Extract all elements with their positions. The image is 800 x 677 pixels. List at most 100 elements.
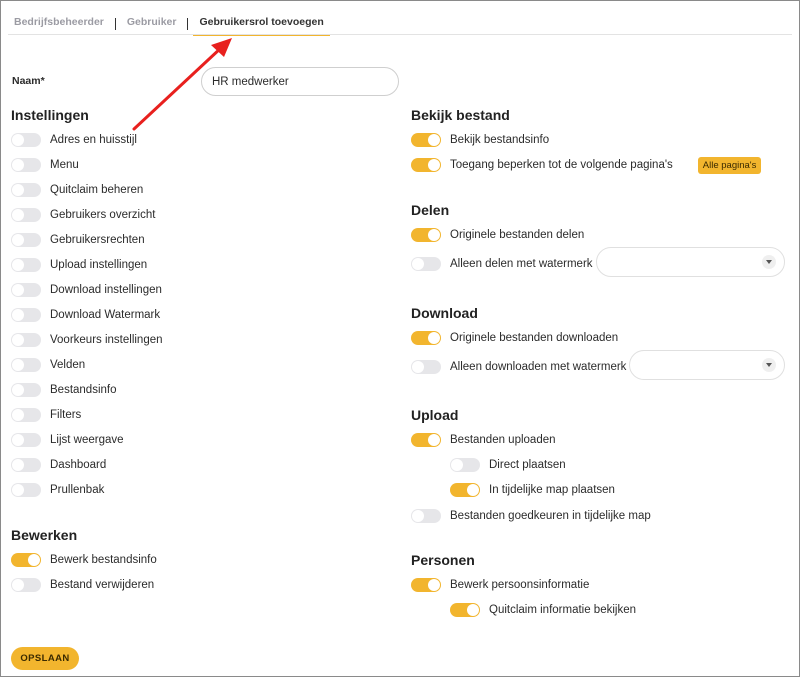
instellingen-row: Dashboard <box>11 457 106 473</box>
download-watermerk-select[interactable] <box>629 350 785 380</box>
section-title-instellingen: Instellingen <box>11 107 89 123</box>
toggle-switch[interactable] <box>11 133 41 147</box>
bewerk-persoonsinformatie-toggle[interactable] <box>411 578 441 592</box>
tab-gebruikersrol-toevoegen[interactable]: Gebruikersrol toevoegen <box>193 12 330 36</box>
toggle-switch[interactable] <box>11 258 41 272</box>
tab-underline <box>8 34 792 35</box>
toggle-switch[interactable] <box>11 458 41 472</box>
toggle-label: Bestanden goedkeuren in tijdelijke map <box>450 510 651 522</box>
toggle-switch[interactable] <box>11 358 41 372</box>
toggle-label: Quitclaim beheren <box>50 184 144 196</box>
section-title-delen: Delen <box>411 202 450 218</box>
toggle-label: Toegang beperken tot de volgende pagina'… <box>450 159 673 171</box>
toggle-label: Alleen delen met watermerk <box>450 258 593 270</box>
upload-row-tijdelijk: In tijdelijke map plaatsen <box>450 482 615 498</box>
toggle-label: Bekijk bestandsinfo <box>450 134 550 146</box>
toggle-switch[interactable] <box>11 333 41 347</box>
toggle-label: Upload instellingen <box>50 259 148 271</box>
toggle-switch[interactable] <box>11 408 41 422</box>
instellingen-row: Prullenbak <box>11 482 104 498</box>
direct-plaatsen-toggle[interactable] <box>450 458 480 472</box>
name-input[interactable] <box>201 67 399 96</box>
toggle-label: Download Watermark <box>50 309 161 321</box>
instellingen-row: Bestandsinfo <box>11 382 117 398</box>
chevron-down-icon <box>762 255 776 269</box>
delen-row-watermerk: Alleen delen met watermerk <box>411 256 593 272</box>
bewerken-row: Bewerk bestandsinfo <box>11 552 157 568</box>
originele-downloaden-toggle[interactable] <box>411 331 441 345</box>
personen-row-quitclaim: Quitclaim informatie bekijken <box>450 602 636 618</box>
bekijk-bestandsinfo-toggle[interactable] <box>411 133 441 147</box>
instellingen-row: Filters <box>11 407 81 423</box>
toggle-switch[interactable] <box>11 183 41 197</box>
toegang-beperken-toggle[interactable] <box>411 158 441 172</box>
instellingen-row: Voorkeurs instellingen <box>11 332 163 348</box>
bestanden-uploaden-toggle[interactable] <box>411 433 441 447</box>
toggle-label: Dashboard <box>50 459 107 471</box>
quitclaim-bekijken-toggle[interactable] <box>450 603 480 617</box>
toggle-label: Voorkeurs instellingen <box>50 334 163 346</box>
toggle-label: Gebruikers overzicht <box>50 209 156 221</box>
instellingen-row: Adres en huisstijl <box>11 132 137 148</box>
section-title-personen: Personen <box>411 552 475 568</box>
upload-row-goedkeuren: Bestanden goedkeuren in tijdelijke map <box>411 508 651 524</box>
toggle-label: Bestanden uploaden <box>450 434 556 446</box>
tijdelijke-map-toggle[interactable] <box>450 483 480 497</box>
section-title-bekijk-bestand: Bekijk bestand <box>411 107 510 123</box>
section-title-upload: Upload <box>411 407 459 423</box>
toggle-switch[interactable] <box>11 233 41 247</box>
toggle-label: Bestand verwijderen <box>50 579 155 591</box>
instellingen-row: Download instellingen <box>11 282 162 298</box>
tab-divider <box>187 18 189 30</box>
toggle-switch[interactable] <box>11 433 41 447</box>
toggle-switch[interactable] <box>11 208 41 222</box>
toggle-label: Direct plaatsen <box>489 459 566 471</box>
upload-row-uploaden: Bestanden uploaden <box>411 432 556 448</box>
toggle-label: Velden <box>50 359 86 371</box>
toggle-label: Adres en huisstijl <box>50 134 137 146</box>
toggle-switch[interactable] <box>11 553 41 567</box>
chevron-down-icon <box>762 358 776 372</box>
instellingen-row: Download Watermark <box>11 307 160 323</box>
toggle-label: Filters <box>50 409 82 421</box>
delen-row-originele: Originele bestanden delen <box>411 227 584 243</box>
toggle-label: Originele bestanden downloaden <box>450 332 619 344</box>
toggle-label: Lijst weergave <box>50 434 124 446</box>
toggle-switch[interactable] <box>11 483 41 497</box>
save-button[interactable]: OPSLAAN <box>11 647 79 670</box>
originele-delen-toggle[interactable] <box>411 228 441 242</box>
toggle-switch[interactable] <box>11 308 41 322</box>
instellingen-row: Quitclaim beheren <box>11 182 143 198</box>
toggle-label: In tijdelijke map plaatsen <box>489 484 615 496</box>
toggle-switch[interactable] <box>11 158 41 172</box>
goedkeuren-toggle[interactable] <box>411 509 441 523</box>
toggle-switch[interactable] <box>11 578 41 592</box>
toggle-label: Bewerk bestandsinfo <box>50 554 157 566</box>
section-title-download: Download <box>411 305 478 321</box>
toggle-label: Originele bestanden delen <box>450 229 585 241</box>
section-title-bewerken: Bewerken <box>11 527 78 543</box>
download-row-watermerk: Alleen downloaden met watermerk <box>411 359 626 375</box>
toggle-switch[interactable] <box>11 283 41 297</box>
instellingen-row: Gebruikers overzicht <box>11 207 155 223</box>
toggle-label: Quitclaim informatie bekijken <box>489 604 637 616</box>
instellingen-row: Gebruikersrechten <box>11 232 145 248</box>
tab-bar: Bedrijfsbeheerder Gebruiker Gebruikersro… <box>8 12 330 36</box>
downloaden-watermerk-toggle[interactable] <box>411 360 441 374</box>
instellingen-row: Menu <box>11 157 79 173</box>
instellingen-row: Upload instellingen <box>11 257 147 273</box>
toggle-label: Prullenbak <box>50 484 105 496</box>
toggle-label: Bewerk persoonsinformatie <box>450 579 590 591</box>
toggle-label: Alleen downloaden met watermerk <box>450 361 627 373</box>
toggle-label: Menu <box>50 159 79 171</box>
alle-paginas-badge[interactable]: Alle pagina's <box>697 156 762 174</box>
tab-gebruiker[interactable]: Gebruiker <box>121 12 183 34</box>
toggle-switch[interactable] <box>11 383 41 397</box>
toggle-label: Bestandsinfo <box>50 384 117 396</box>
tab-bedrijfsbeheerder[interactable]: Bedrijfsbeheerder <box>8 12 110 34</box>
bekijk-row-bestandsinfo: Bekijk bestandsinfo <box>411 132 549 148</box>
bewerken-row: Bestand verwijderen <box>11 577 154 593</box>
toggle-label: Download instellingen <box>50 284 162 296</box>
delen-watermerk-toggle[interactable] <box>411 257 441 271</box>
delen-watermerk-select[interactable] <box>596 247 785 277</box>
